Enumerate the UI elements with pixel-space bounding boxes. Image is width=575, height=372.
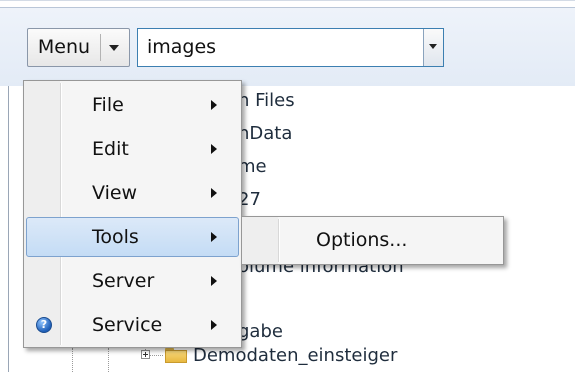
submenu-arrow-icon — [211, 320, 217, 330]
menu-item-label: Service — [92, 314, 163, 336]
folder-icon — [165, 348, 187, 363]
tree-item-label[interactable]: nData — [238, 123, 292, 144]
menu-button-label: Menu — [37, 36, 91, 58]
path-combobox[interactable]: images — [137, 28, 444, 67]
path-combobox-value[interactable]: images — [147, 29, 216, 66]
main-menu-popup: File Edit View Tools Server ? Service — [23, 80, 242, 348]
menu-item-label: Server — [92, 270, 155, 292]
menu-item-label: File — [92, 94, 124, 116]
submenu-arrow-icon — [211, 188, 217, 198]
menu-item-options[interactable]: Options... — [244, 221, 501, 260]
top-border — [0, 0, 575, 1]
menu-item-file[interactable]: File — [26, 85, 239, 125]
menu-item-server[interactable]: Server — [26, 261, 239, 301]
menu-item-edit[interactable]: Edit — [26, 129, 239, 169]
chevron-down-icon — [429, 44, 437, 49]
chevron-down-icon[interactable] — [109, 45, 119, 51]
tree-item-label[interactable]: gabe — [238, 321, 283, 342]
tree-connector — [108, 348, 109, 372]
menu-button[interactable]: Menu — [27, 28, 130, 67]
tree-connector — [150, 355, 163, 356]
submenu-arrow-icon — [211, 276, 217, 286]
menu-item-label: View — [92, 182, 138, 204]
submenu-arrow-icon — [211, 232, 217, 242]
menu-button-separator — [100, 34, 101, 61]
combobox-dropdown-button[interactable] — [423, 29, 443, 66]
expand-icon[interactable] — [141, 350, 150, 359]
submenu-arrow-icon — [211, 100, 217, 110]
tree-item-label[interactable]: n Files — [238, 90, 295, 111]
tree-view-border — [8, 86, 9, 372]
help-icon: ? — [36, 317, 52, 333]
menu-item-label: Edit — [92, 138, 129, 160]
menu-item-view[interactable]: View — [26, 173, 239, 213]
tools-submenu-popup: Options... — [241, 216, 504, 265]
menu-item-label: Options... — [316, 229, 408, 251]
tree-connector — [72, 348, 73, 372]
submenu-arrow-icon — [211, 144, 217, 154]
app-window: Menu images n Files nData me 27 olume in… — [0, 0, 575, 372]
tree-item-label[interactable]: Demodaten_einsteiger — [193, 345, 397, 366]
menu-item-service[interactable]: ? Service — [26, 305, 239, 345]
menu-item-tools[interactable]: Tools — [26, 217, 239, 257]
tree-item-label[interactable]: me — [238, 156, 267, 177]
menu-item-label: Tools — [92, 226, 139, 248]
